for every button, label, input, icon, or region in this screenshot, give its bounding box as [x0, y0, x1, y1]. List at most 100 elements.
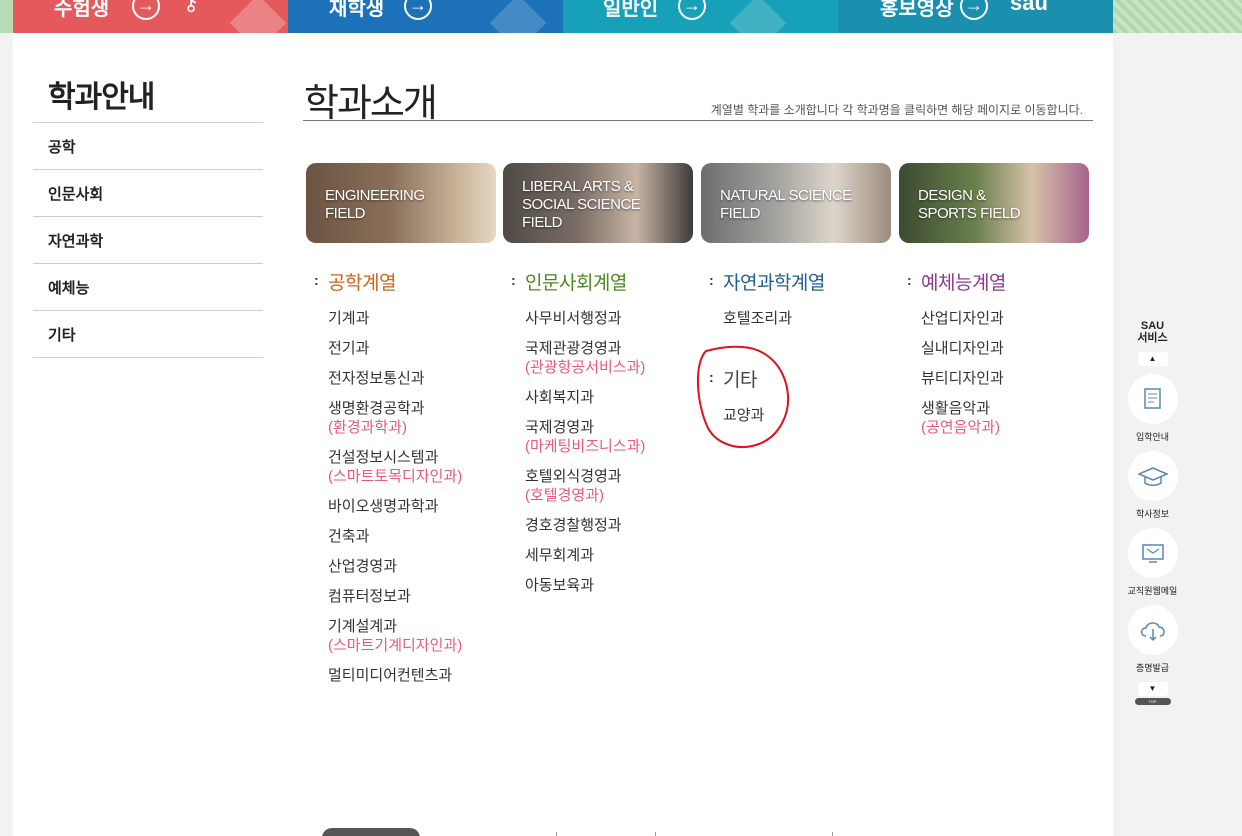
department-link[interactable]: 산업경영과 [328, 557, 496, 576]
graduation-cap-icon [1127, 451, 1178, 501]
tab-general[interactable]: 일반인 → [563, 0, 838, 33]
quick-services: SAU 서비스 ▲ 입학안내 학사정보 교직원웹메일 증명발급 ▼ TOP [1125, 320, 1180, 705]
department-former-name: (관광항공서비스과) [525, 359, 646, 376]
cloud-download-icon [1127, 605, 1178, 655]
column-heading-text: 자연과학계열 [723, 273, 825, 294]
department-former-name: (스마트기계디자인과) [328, 637, 463, 654]
service-academic-info[interactable]: 학사정보 [1125, 451, 1180, 520]
department-former-name: (마케팅비즈니스과) [525, 438, 646, 455]
tab-promo-video[interactable]: 홍보영상 → sau [838, 0, 1113, 33]
department-link[interactable]: 건설정보시스템과 (스마트토목디자인과) [328, 448, 496, 486]
department-former-name: (공연음악과) [921, 419, 1000, 436]
column-heading-text: 예체능계열 [921, 273, 1006, 294]
department-link[interactable]: 호텔조리과 [723, 309, 891, 328]
red-circle-annotation [697, 345, 790, 448]
department-link[interactable]: 호텔외식경영과 (호텔경영과) [525, 467, 693, 505]
tab-applicants-label: 수험생 [54, 0, 110, 20]
card-label: NATURAL SCIENCE FIELD [720, 187, 852, 222]
department-link[interactable]: 생명환경공학과 (환경과학과) [328, 399, 496, 437]
banner-pattern [1113, 0, 1242, 33]
scroll-up-button[interactable]: ▲ [1137, 352, 1168, 366]
tab-promo-video-label: 홍보영상 [880, 0, 954, 20]
department-former-name: (환경과학과) [328, 419, 407, 436]
column-heading: : 자연과학계열 [701, 268, 891, 295]
department-name: 생명환경공학과 [328, 400, 425, 417]
sidebar-item-etc[interactable]: 기타 [33, 311, 263, 358]
sidebar-title: 학과안내 [48, 81, 155, 114]
column-heading-text: 인문사회계열 [525, 273, 627, 294]
department-link[interactable]: 생활음악과 (공연음악과) [921, 399, 1089, 437]
department-name: 건설정보시스템과 [328, 449, 439, 466]
card-label: ENGINEERING FIELD [325, 187, 425, 222]
department-name: 사회복지과 [525, 389, 595, 406]
arrow-right-icon: → [960, 0, 988, 20]
card-engineering-field[interactable]: ENGINEERING FIELD [306, 163, 496, 243]
tab-general-label: 일반인 [603, 0, 659, 20]
department-link[interactable]: 경호경찰행정과 [525, 516, 693, 535]
title-divider [303, 120, 1093, 121]
department-list: 산업디자인과실내디자인과뷰티디자인과생활음악과 (공연음악과) [899, 309, 1089, 437]
bottom-divider [655, 832, 656, 836]
department-list: 사무비서행정과국제관광경영과 (관광항공서비스과) 사회복지과국제경영과 (마케팅비즈… [503, 309, 693, 595]
card-design-sports-field[interactable]: DESIGN & SPORTS FIELD [899, 163, 1089, 243]
department-list: 호텔조리과 [701, 309, 891, 328]
arrow-right-icon: → [132, 0, 160, 20]
deco-diamond [489, 0, 547, 33]
card-natural-science-field[interactable]: NATURAL SCIENCE FIELD [701, 163, 891, 243]
service-staff-webmail[interactable]: 교직원웹메일 [1125, 528, 1180, 597]
department-link[interactable]: 기계과 [328, 309, 496, 328]
department-link[interactable]: 산업디자인과 [921, 309, 1089, 328]
arrow-right-icon: → [404, 0, 432, 20]
department-name: 호텔외식경영과 [525, 468, 622, 485]
column-heading: : 공학계열 [306, 268, 496, 295]
column-humanities: : 인문사회계열 사무비서행정과 국제관광경영과 (관광항공서비스과) 사회복지과 국제경영… [503, 268, 693, 606]
tab-applicants[interactable]: 수험생 → ⚷ [13, 0, 288, 33]
department-name: 국제경영과 [525, 419, 595, 436]
department-link[interactable]: 아동보육과 [525, 576, 693, 595]
sidebar-item-arts-sports[interactable]: 예체능 [33, 264, 263, 311]
service-label: 교직원웹메일 [1127, 586, 1178, 596]
department-name: 뷰티디자인과 [921, 370, 1004, 387]
department-name: 전자정보통신과 [328, 370, 425, 387]
scroll-down-button[interactable]: ▼ [1137, 682, 1168, 696]
monitor-icon [729, 0, 787, 33]
department-link[interactable]: 전기과 [328, 339, 496, 358]
department-name: 경호경찰행정과 [525, 517, 622, 534]
sidebar-menu: 공학 인문사회 자연과학 예체능 기타 [33, 122, 263, 358]
department-link[interactable]: 사회복지과 [525, 388, 693, 407]
top-button[interactable]: TOP [1134, 698, 1171, 705]
department-link[interactable]: 기계설계과 (스마트기계디자인과) [328, 617, 496, 655]
service-label: 입학안내 [1135, 432, 1170, 442]
department-name: 아동보육과 [525, 577, 595, 594]
column-heading: : 예체능계열 [899, 268, 1089, 295]
key-icon: ⚷ [183, 0, 200, 15]
bullet-icon: : [314, 272, 319, 288]
tab-students[interactable]: 재학생 → [288, 0, 563, 33]
bottom-divider [556, 832, 557, 836]
deco-diamond [229, 0, 287, 33]
department-name: 세무회계과 [525, 547, 595, 564]
department-link[interactable]: 컴퓨터정보과 [328, 587, 496, 606]
sidebar-item-engineering[interactable]: 공학 [33, 123, 263, 170]
department-link[interactable]: 실내디자인과 [921, 339, 1089, 358]
department-link[interactable]: 국제관광경영과 (관광항공서비스과) [525, 339, 693, 377]
department-link[interactable]: 바이오생명과학과 [328, 497, 496, 516]
card-label: DESIGN & SPORTS FIELD [918, 187, 1021, 222]
service-admission[interactable]: 입학안내 [1125, 374, 1180, 443]
bottom-tab-pill[interactable] [322, 828, 420, 836]
department-link[interactable]: 국제경영과 (마케팅비즈니스과) [525, 418, 693, 456]
department-link[interactable]: 사무비서행정과 [525, 309, 693, 328]
sidebar-item-humanities[interactable]: 인문사회 [33, 170, 263, 217]
service-certificates[interactable]: 증명발급 [1125, 605, 1180, 674]
sidebar-item-natural-science[interactable]: 자연과학 [33, 217, 263, 264]
quick-services-title: SAU 서비스 [1137, 320, 1168, 344]
department-link[interactable]: 건축과 [328, 527, 496, 546]
sau-logo-text: sau [1010, 0, 1048, 15]
department-link[interactable]: 멀티미디어컨텐츠과 [328, 666, 496, 685]
column-engineering: : 공학계열기계과전기과전자정보통신과생명환경공학과 (환경과학과) 건설정보시스템과… [306, 268, 496, 696]
card-liberal-arts-field[interactable]: LIBERAL ARTS & SOCIAL SCIENCE FIELD [503, 163, 693, 243]
department-link[interactable]: 세무회계과 [525, 546, 693, 565]
department-link[interactable]: 뷰티디자인과 [921, 369, 1089, 388]
page-title: 학과소개 [304, 83, 438, 125]
department-link[interactable]: 전자정보통신과 [328, 369, 496, 388]
